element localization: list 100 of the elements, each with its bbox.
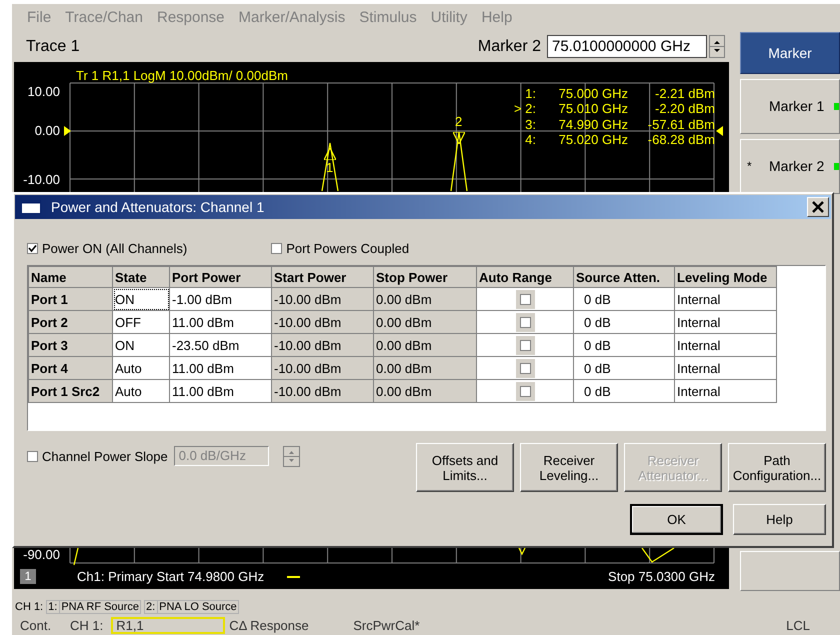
axis-label: -90.00 [22,546,60,562]
table-cell[interactable]: 0 dB [574,288,674,310]
marker-frequency: 74.990 GHz [558,116,628,132]
table-cell[interactable]: ON [112,334,170,356]
source-tab[interactable]: 1: PNA RF Source [46,600,141,614]
table-cell[interactable]: 11.00 dBm [170,310,272,334]
marker-value: -2.20 dBm [655,101,715,116]
table-cell[interactable]: Internal [674,356,776,380]
ok-button[interactable]: OK [630,504,723,535]
marker-number: 2 [455,114,462,129]
axis-label: 10.00 [26,84,60,99]
table-cell[interactable]: 11.00 dBm [170,380,272,402]
row-header: Port 1 [28,288,112,310]
row-header: Port 1 Src2 [28,380,112,402]
softkey-title: Marker [740,32,840,74]
axis-label: 0.00 [34,122,60,138]
marker-triangle-icon [324,148,336,160]
status-text: CΔ Response [229,618,310,634]
checkbox-label: Power ON (All Channels) [42,240,188,256]
reference-arrow-icon [716,126,723,136]
marker-frequency: 75.010 GHz [558,101,628,116]
marker-value: -68.28 dBm [648,132,715,148]
measurement-field[interactable]: R1,1 [111,617,226,634]
table-cell: -10.00 dBm [272,334,374,356]
dialog-button[interactable]: Offsets and Limits... [416,443,514,492]
reference-arrow-icon [64,126,71,136]
trace-title: Trace 1 [26,38,80,56]
table-cell: 0.00 dBm [374,334,476,356]
status-text: Cont. [20,618,52,634]
table-cell[interactable]: Internal [674,380,776,402]
channel-number: 1 [20,568,36,584]
column-header: Source Atten. [574,266,674,288]
source-tab[interactable]: 2: PNA LO Source [144,600,239,614]
table-cell[interactable]: ON [112,288,170,310]
column-header: Leveling Mode [674,266,776,288]
status-text: CH 1: [70,618,104,634]
marker-label: 3: [525,116,536,132]
close-button[interactable] [807,197,829,217]
table-cell[interactable]: 0 dB [574,380,674,402]
checkbox[interactable] [271,242,282,254]
window-icon [21,200,41,214]
marker-value: -57.61 dBm [648,116,715,132]
table-cell[interactable]: 0 dB [574,356,674,380]
table-cell: 0.00 dBm [374,380,476,402]
column-header: Stop Power [374,266,476,288]
table-cell[interactable]: 0 dB [574,334,674,356]
marker-label: 4: [525,132,536,148]
table-cell[interactable]: Auto [112,380,170,402]
status-text: LCL [786,618,810,634]
start-frequency: Ch1: Primary Start 74.9800 GHz [77,568,264,584]
help-button[interactable]: Help [733,504,826,535]
table-cell[interactable]: 0 dB [574,310,674,334]
column-header: Name [28,266,112,288]
field-label: Marker 2 [478,38,541,56]
dialog-button[interactable]: Path Configuration... [728,443,826,492]
marker-number: 1 [326,160,334,175]
marker-frequency: 75.000 GHz [558,86,628,101]
status-text: SrcPwrCal* [353,618,420,634]
row-header: Port 4 [28,356,112,380]
stop-frequency: Stop 75.0300 GHz [608,568,715,584]
spin-button[interactable] [709,35,725,58]
table-cell: 0.00 dBm [374,356,476,380]
dialog-button[interactable]: Receiver Leveling... [520,443,618,492]
row-header: Port 2 [28,310,112,334]
table-cell: -10.00 dBm [272,380,374,402]
dialog-title: Power and Attenuators: Channel 1 [51,199,266,215]
table-cell[interactable]: -1.00 dBm [170,288,272,310]
table-cell[interactable]: Internal [674,334,776,356]
column-header: Port Power [170,266,272,288]
table-cell[interactable]: Internal [674,288,776,310]
marker-field[interactable]: 75.0100000000 GHz [547,35,707,58]
table-cell[interactable]: Auto [112,356,170,380]
trace-header: Tr 1 R1,1 LogM 10.00dBm/ 0.00dBm [76,68,288,83]
softkey-button[interactable]: * Marker 2 [740,138,840,194]
table-cell: 0.00 dBm [374,310,476,334]
softkey-button[interactable] [740,551,840,592]
softkey-button[interactable]: Marker 1 [740,78,840,134]
channel-label: CH 1: [15,600,44,613]
checkbox[interactable] [27,242,38,254]
table-cell[interactable]: Internal [674,310,776,334]
axis-label: -10.00 [22,172,60,187]
column-header: Auto Range [476,266,574,288]
table-cell: 0.00 dBm [374,288,476,310]
close-icon [812,201,824,213]
table-cell: -10.00 dBm [272,288,374,310]
marker-frequency: 75.020 GHz [558,132,628,148]
column-header: Start Power [272,266,374,288]
trace-legend-icon [287,576,300,579]
row-header: Port 3 [28,334,112,356]
table-cell: -10.00 dBm [272,310,374,334]
checkbox-label: Port Powers Coupled [286,240,410,256]
table-cell[interactable]: -23.50 dBm [170,334,272,356]
marker-value: -2.21 dBm [655,86,715,101]
checkbox-label: Channel Power Slope [42,448,168,464]
marker-label: > 2: [514,101,536,116]
marker-triangle-icon [453,132,465,144]
marker-label: 1: [525,86,536,101]
table-cell[interactable]: 11.00 dBm [170,356,272,380]
table-cell[interactable]: OFF [112,310,170,334]
column-header: State [112,266,170,288]
